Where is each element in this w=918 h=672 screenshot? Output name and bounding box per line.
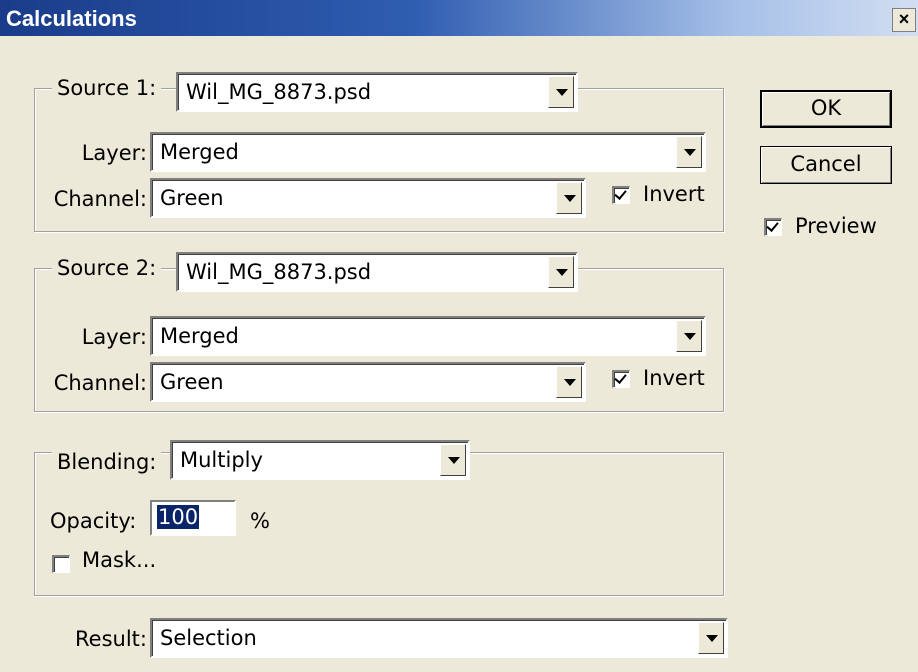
preview-checkbox[interactable] bbox=[764, 218, 782, 236]
source2-channel-value: Green bbox=[160, 370, 224, 394]
source2-channel-dropdown[interactable]: Green bbox=[150, 362, 586, 402]
source2-channel-label: Channel: bbox=[53, 371, 147, 395]
source1-channel-label: Channel: bbox=[53, 187, 147, 211]
opacity-value: 100 bbox=[157, 505, 200, 529]
source2-file-value: Wil_MG_8873.psd bbox=[186, 260, 372, 284]
title-bar: Calculations × bbox=[0, 0, 918, 36]
result-dropdown[interactable]: Selection bbox=[150, 618, 728, 658]
opacity-input[interactable]: 100 bbox=[150, 500, 236, 536]
source1-channel-dropdown[interactable]: Green bbox=[150, 178, 586, 218]
result-value: Selection bbox=[160, 626, 257, 650]
source1-invert-checkbox[interactable] bbox=[612, 186, 630, 204]
ok-button[interactable]: OK bbox=[760, 90, 892, 128]
close-icon[interactable]: × bbox=[892, 8, 916, 32]
dropdown-arrow-icon[interactable] bbox=[556, 182, 582, 214]
result-label: Result: bbox=[75, 627, 147, 651]
mask-label[interactable]: Mask... bbox=[82, 548, 156, 572]
preview-label[interactable]: Preview bbox=[795, 214, 877, 238]
opacity-label: Opacity: bbox=[50, 509, 137, 533]
source1-label: Source 1: bbox=[52, 76, 162, 100]
source2-file-dropdown[interactable]: Wil_MG_8873.psd bbox=[176, 252, 578, 292]
blending-label: Blending: bbox=[52, 450, 162, 474]
mask-checkbox[interactable] bbox=[52, 555, 70, 573]
blending-mode-dropdown[interactable]: Multiply bbox=[170, 440, 470, 480]
source1-layer-dropdown[interactable]: Merged bbox=[150, 132, 706, 172]
dropdown-arrow-icon[interactable] bbox=[698, 622, 724, 654]
opacity-unit: % bbox=[250, 509, 270, 533]
source2-layer-label: Layer: bbox=[81, 325, 147, 349]
source1-file-dropdown[interactable]: Wil_MG_8873.psd bbox=[176, 72, 578, 112]
source2-layer-value: Merged bbox=[160, 324, 239, 348]
source2-invert-label[interactable]: Invert bbox=[643, 366, 705, 390]
dropdown-arrow-icon[interactable] bbox=[676, 320, 702, 352]
dropdown-arrow-icon[interactable] bbox=[556, 366, 582, 398]
source1-channel-value: Green bbox=[160, 186, 224, 210]
cancel-button[interactable]: Cancel bbox=[760, 146, 892, 184]
source2-layer-dropdown[interactable]: Merged bbox=[150, 316, 706, 356]
source1-layer-label: Layer: bbox=[81, 141, 147, 165]
source1-layer-value: Merged bbox=[160, 140, 239, 164]
source2-invert-checkbox[interactable] bbox=[612, 370, 630, 388]
dialog-title: Calculations bbox=[6, 6, 137, 31]
dropdown-arrow-icon[interactable] bbox=[548, 76, 574, 108]
blending-mode-value: Multiply bbox=[180, 448, 263, 472]
dropdown-arrow-icon[interactable] bbox=[548, 256, 574, 288]
source1-invert-label[interactable]: Invert bbox=[643, 182, 705, 206]
source1-file-value: Wil_MG_8873.psd bbox=[186, 80, 372, 104]
dropdown-arrow-icon[interactable] bbox=[440, 444, 466, 476]
dropdown-arrow-icon[interactable] bbox=[676, 136, 702, 168]
source2-label: Source 2: bbox=[52, 256, 162, 280]
